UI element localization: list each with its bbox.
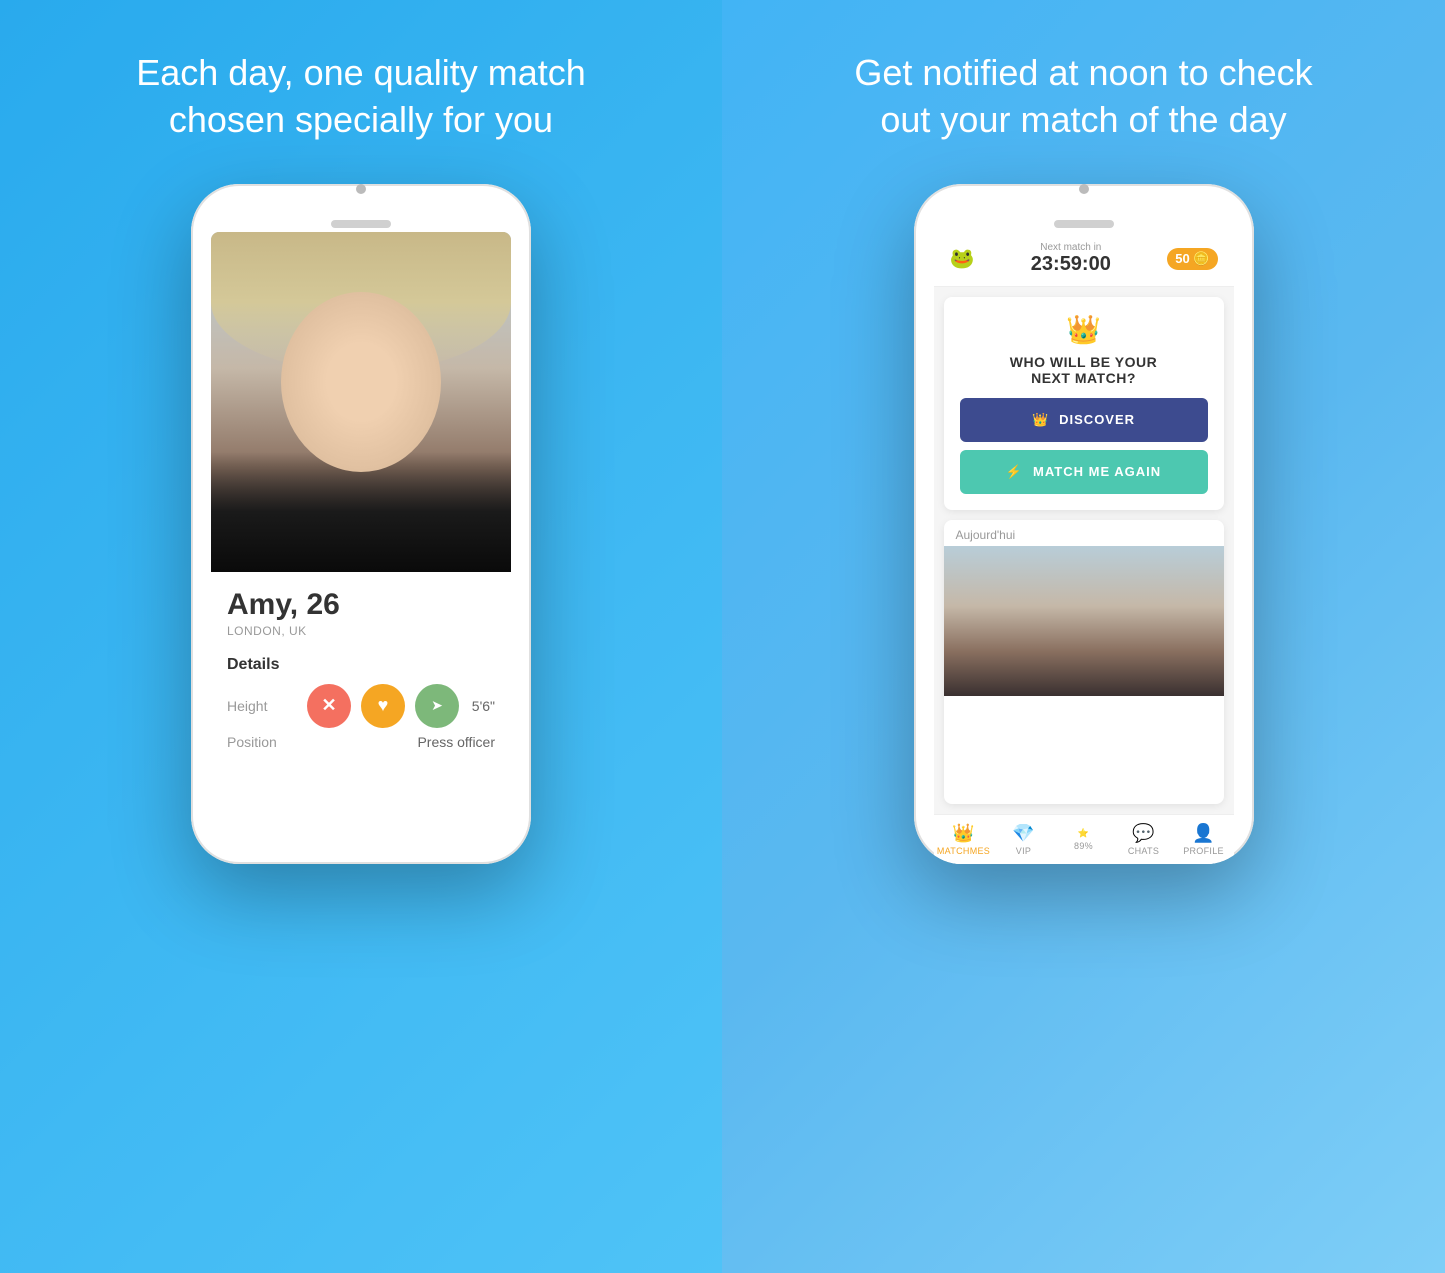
nav-vip[interactable]: 💎 VIP [994,823,1054,856]
profile-name: Amy, 26 [227,588,495,622]
left-phone: Amy, 26 LONDON, UK Details Height ✕ ♥ [191,184,531,864]
who-text: WHO WILL BE YOURNEXT MATCH? [960,354,1208,386]
next-match-label: Next match in [1031,242,1111,253]
pct-label: 89% [1074,841,1093,851]
action-buttons: ✕ ♥ ➤ [307,684,459,728]
match-again-label: MATCH ME AGAIN [1033,464,1161,479]
coin-badge: 50 🪙 [1167,248,1217,270]
position-row: Position Press officer [227,734,495,750]
profile-photo [211,232,511,572]
left-panel: Each day, one quality match chosen speci… [0,0,722,1273]
phone-camera-left [356,184,366,194]
vip-label: VIP [1016,846,1031,856]
discover-label: DISCOVER [1059,412,1135,427]
header-center: Next match in 23:59:00 [1031,242,1111,276]
vip-icon: 💎 [1012,823,1034,844]
right-phone: 🐸 Next match in 23:59:00 50 🪙 👑 WHO WILL… [914,184,1254,864]
crown-btn-icon: 👑 [1032,412,1049,428]
left-title: Each day, one quality match chosen speci… [76,50,646,144]
nav-profile[interactable]: 👤 PROFILE [1174,823,1234,856]
today-face-sim [944,546,1224,696]
dislike-button[interactable]: ✕ [307,684,351,728]
position-key: Position [227,734,297,750]
bolt-icon: ⚡ [1006,464,1023,480]
nav-chats[interactable]: 💬 CHATS [1114,823,1174,856]
discover-button[interactable]: 👑 DISCOVER [960,398,1208,442]
pct-icon: ⭐ [1078,828,1089,839]
send-button[interactable]: ➤ [415,684,459,728]
height-value: 5'6" [472,698,495,714]
app-logo: 🐸 [950,246,975,271]
phone-camera-right [1079,184,1089,194]
like-button[interactable]: ♥ [361,684,405,728]
details-heading: Details [227,656,495,674]
matchmes-icon: 👑 [952,823,974,844]
face-simulation [211,232,511,572]
phone-body-left: Amy, 26 LONDON, UK Details Height ✕ ♥ [191,184,531,864]
profile-location: LONDON, UK [227,624,495,638]
nav-matchmes[interactable]: 👑 MATCHMES [934,823,994,856]
phone-screen-right: 🐸 Next match in 23:59:00 50 🪙 👑 WHO WILL… [934,232,1234,864]
match-card: 👑 WHO WILL BE YOURNEXT MATCH? 👑 DISCOVER… [944,297,1224,510]
profile-label: PROFILE [1183,846,1224,856]
app-header: 🐸 Next match in 23:59:00 50 🪙 [934,232,1234,287]
chats-icon: 💬 [1132,823,1154,844]
today-photo [944,546,1224,696]
profile-info: Amy, 26 LONDON, UK [211,572,511,646]
matchmes-label: MATCHMES [937,846,990,856]
chats-label: CHATS [1128,846,1159,856]
right-title: Get notified at noon to check out your m… [794,50,1372,144]
phone-screen-left: Amy, 26 LONDON, UK Details Height ✕ ♥ [211,232,511,848]
right-panel: Get notified at noon to check out your m… [722,0,1445,1273]
jacket-area [211,452,511,572]
profile-icon: 👤 [1192,823,1214,844]
profile-details: Details Height ✕ ♥ ➤ [211,646,511,766]
bottom-nav: 👑 MATCHMES 💎 VIP ⭐ 89% 💬 CHATS [934,814,1234,864]
today-card: Aujourd'hui [944,520,1224,804]
position-value: Press officer [417,734,495,750]
phone-speaker-right [1054,220,1114,228]
height-key: Height [227,698,297,714]
phone-body-right: 🐸 Next match in 23:59:00 50 🪙 👑 WHO WILL… [914,184,1254,864]
match-again-button[interactable]: ⚡ MATCH ME AGAIN [960,450,1208,494]
phone-speaker-left [331,220,391,228]
height-row: Height ✕ ♥ ➤ 5'6" [227,684,495,728]
crown-icon: 👑 [960,313,1208,346]
nav-pct[interactable]: ⭐ 89% [1054,828,1114,851]
today-label: Aujourd'hui [944,520,1224,546]
next-match-time: 23:59:00 [1031,253,1111,276]
